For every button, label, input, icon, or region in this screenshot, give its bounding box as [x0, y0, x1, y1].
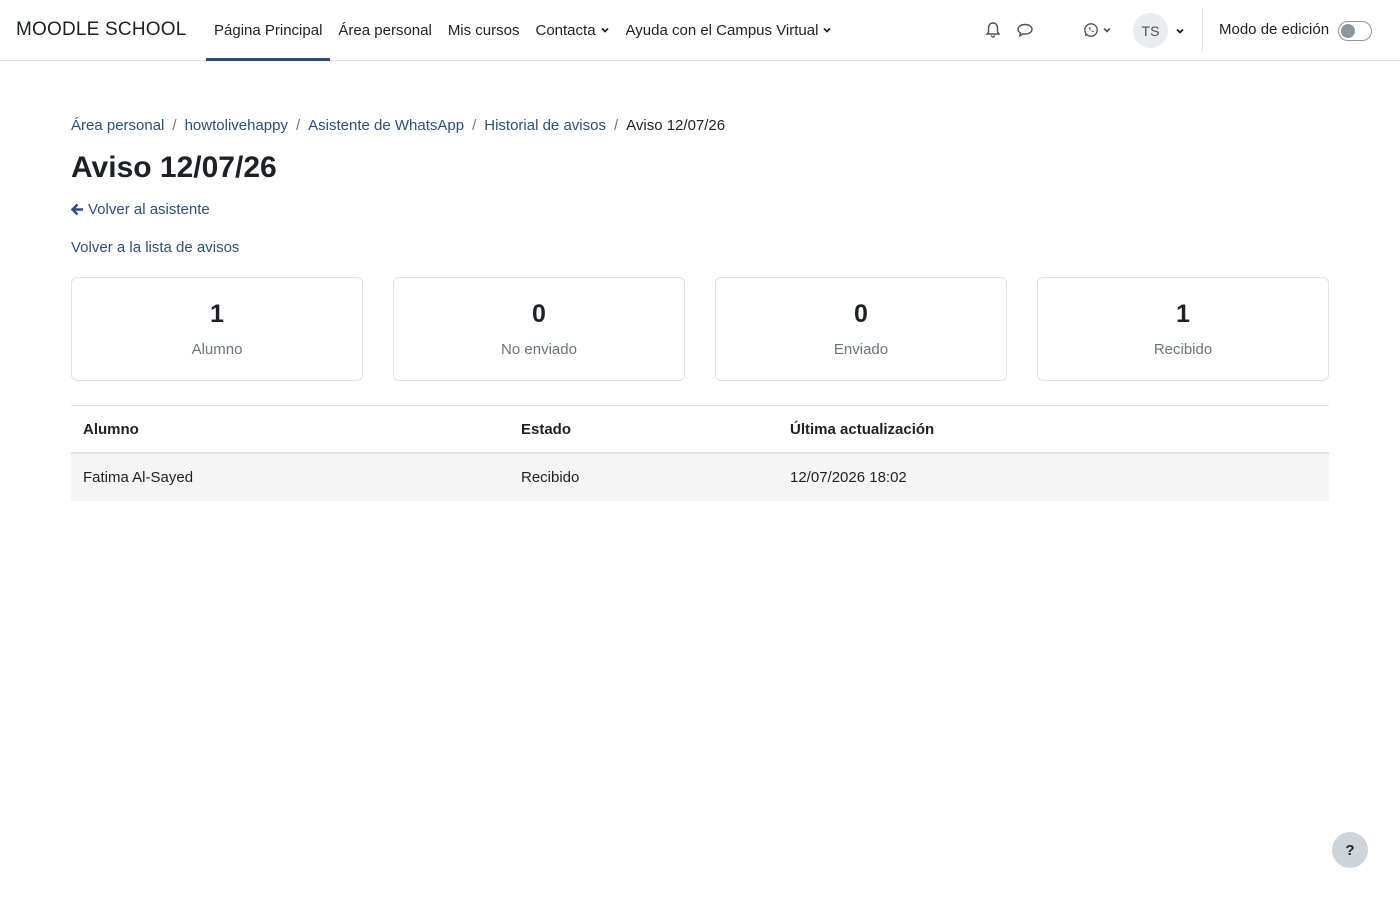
column-header-estado[interactable]: Estado [509, 421, 778, 438]
chevron-down-icon [1102, 27, 1111, 33]
toggle-knob [1341, 24, 1355, 38]
nav-item-area-personal[interactable]: Área personal [330, 0, 439, 60]
breadcrumb-current: Aviso 12/07/26 [626, 117, 726, 134]
stat-card-enviado: 0 Enviado [715, 277, 1007, 381]
page-title: Aviso 12/07/26 [71, 151, 277, 184]
back-to-assistant-label: Volver al asistente [88, 201, 210, 218]
cell-alumno: Fatima Al-Sayed [83, 469, 194, 486]
cell-ultima-actualizacion: 12/07/2026 18:02 [790, 469, 907, 486]
stat-card-recibido: 1 Recibido [1037, 277, 1329, 381]
primary-navigation: Página Principal Área personal Mis curso… [206, 0, 841, 61]
back-to-list-link[interactable]: Volver a la lista de avisos [71, 239, 239, 256]
recipients-table: Alumno Estado Última actualización Fatim… [71, 405, 1329, 501]
chevron-down-icon[interactable] [1175, 26, 1185, 36]
stat-label: Recibido [1153, 341, 1213, 358]
stat-value: 0 [854, 300, 868, 328]
stat-label: No enviado [501, 341, 577, 358]
table-header-row: Alumno Estado Última actualización [71, 406, 1329, 454]
nav-item-pagina-principal[interactable]: Página Principal [206, 0, 331, 61]
stat-label: Enviado [833, 341, 889, 358]
nav-item-mis-cursos[interactable]: Mis cursos [440, 0, 528, 60]
chat-bubble-icon [1017, 23, 1033, 38]
cell-estado: Recibido [521, 469, 580, 486]
user-avatar[interactable]: TS [1133, 13, 1168, 48]
help-button[interactable]: ? [1332, 832, 1368, 868]
breadcrumb-item-notice-history[interactable]: Historial de avisos [484, 117, 606, 134]
table-row: Fatima Al-Sayed Recibido 12/07/2026 18:0… [71, 454, 1329, 501]
stat-card-no-enviado: 0 No enviado [393, 277, 685, 381]
bell-icon [985, 22, 1001, 38]
nav-item-ayuda-campus[interactable]: Ayuda con el Campus Virtual [618, 0, 841, 60]
breadcrumb-item-whatsapp-assistant[interactable]: Asistente de WhatsApp [308, 117, 464, 134]
stat-card-alumno: 1 Alumno [71, 277, 363, 381]
back-to-assistant-link[interactable]: Volver al asistente [71, 201, 210, 218]
column-header-alumno[interactable]: Alumno [71, 421, 509, 438]
breadcrumb-separator: / [172, 117, 177, 134]
arrow-left-icon [71, 203, 83, 216]
top-navbar: MOODLE SCHOOL Página Principal Área pers… [0, 0, 1400, 61]
stats-cards: 1 Alumno 0 No enviado 0 Enviado 1 Recibi… [71, 277, 1329, 381]
stat-value: 0 [532, 300, 546, 328]
notifications-button[interactable] [983, 20, 1003, 40]
breadcrumb-item-course[interactable]: howtolivehappy [185, 117, 288, 134]
breadcrumb-separator: / [472, 117, 477, 134]
chevron-down-icon [823, 27, 832, 33]
edit-mode-toggle[interactable] [1338, 21, 1372, 41]
nav-item-contacta[interactable]: Contacta [528, 0, 618, 60]
chevron-down-icon [600, 27, 609, 33]
stat-label: Alumno [191, 341, 243, 358]
breadcrumb-item-area-personal[interactable]: Área personal [71, 117, 164, 134]
edit-mode-label: Modo de edición [1219, 21, 1330, 38]
stat-value: 1 [210, 300, 224, 328]
site-brand[interactable]: MOODLE SCHOOL [16, 19, 186, 41]
stat-value: 1 [1176, 300, 1190, 328]
navbar-divider [1202, 8, 1203, 52]
messages-button[interactable] [1015, 20, 1035, 40]
breadcrumb: Área personal / howtolivehappy / Asisten… [71, 117, 725, 134]
whatsapp-menu-button[interactable] [1081, 20, 1113, 40]
whatsapp-icon [1083, 23, 1098, 37]
breadcrumb-separator: / [613, 117, 619, 134]
column-header-ultima-actualizacion[interactable]: Última actualización [778, 421, 1329, 438]
breadcrumb-separator: / [295, 117, 301, 134]
